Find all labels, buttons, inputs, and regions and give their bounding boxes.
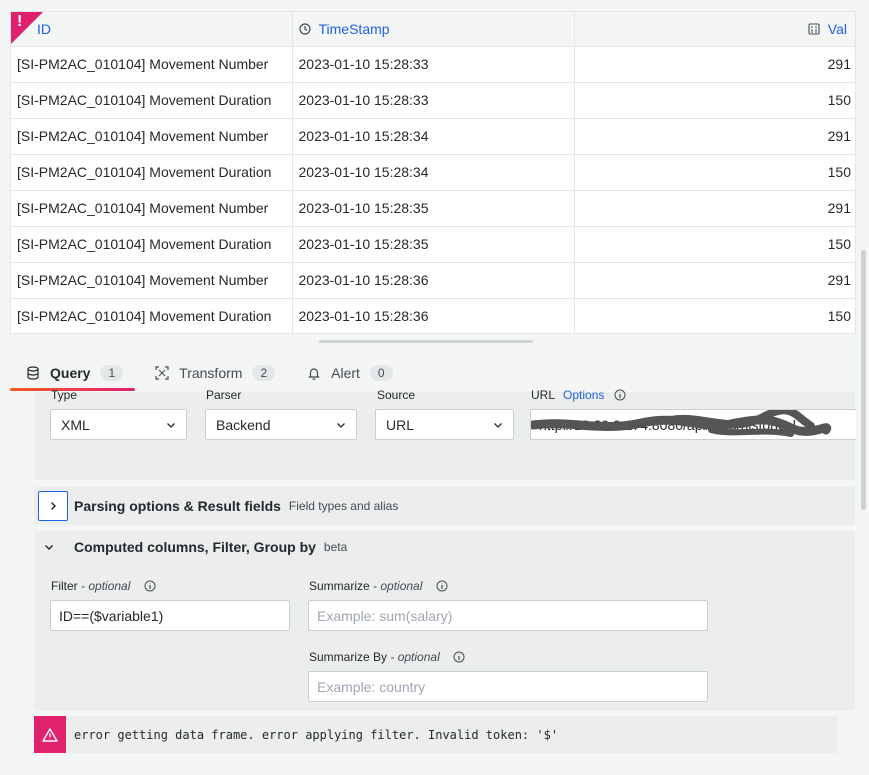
url-input[interactable]: http://10.20.0.174:8080/api/data/histori… bbox=[530, 409, 856, 440]
error-alert: error getting data frame. error applying… bbox=[34, 716, 838, 753]
table-row: [SI-PM2AC_010104] Movement Number 2023-01… bbox=[11, 189, 855, 226]
cell-id: [SI-PM2AC_010104] Movement Number bbox=[11, 45, 293, 82]
source-label: Source bbox=[377, 388, 416, 402]
cell-timestamp: 2023-01-10 15:28:34 bbox=[292, 117, 575, 154]
parser-label: Parser bbox=[206, 388, 242, 402]
error-corner-badge[interactable] bbox=[11, 12, 43, 44]
column-header-timestamp[interactable]: TimeStamp bbox=[292, 12, 575, 46]
transform-count-badge: 2 bbox=[252, 365, 276, 381]
chevron-down-icon bbox=[167, 422, 175, 428]
table-row: [SI-PM2AC_010104] Movement Number 2023-01… bbox=[11, 261, 855, 298]
cell-val: 291 bbox=[574, 189, 855, 226]
vertical-scrollbar[interactable] bbox=[861, 250, 866, 510]
summarize-by-input[interactable]: Example: country bbox=[308, 671, 708, 702]
parsing-options-title: Parsing options & Result fields bbox=[74, 498, 281, 514]
horizontal-scrollbar[interactable] bbox=[319, 340, 533, 343]
type-label: Type bbox=[51, 388, 78, 402]
chevron-down-icon bbox=[337, 422, 345, 428]
column-header-val[interactable]: Val bbox=[574, 12, 855, 46]
info-icon[interactable] bbox=[436, 580, 448, 592]
beta-badge: beta bbox=[323, 540, 348, 554]
cell-timestamp: 2023-01-10 15:28:33 bbox=[292, 45, 575, 82]
tab-query[interactable]: Query 1 bbox=[10, 358, 139, 388]
cell-id: [SI-PM2AC_010104] Movement Number bbox=[11, 117, 293, 154]
alert-count-badge: 0 bbox=[369, 365, 393, 381]
info-icon[interactable] bbox=[453, 651, 465, 663]
table-row: [SI-PM2AC_010104] Movement Duration 2023-… bbox=[11, 153, 855, 190]
query-editor-view: ! ID TimeStamp Val [SI-PM2AC_010104] Mov… bbox=[0, 0, 869, 775]
cell-id: [SI-PM2AC_010104] Movement Number bbox=[11, 189, 293, 226]
table-row: [SI-PM2AC_010104] Movement Number 2023-01… bbox=[11, 45, 855, 82]
cell-val: 150 bbox=[574, 153, 855, 190]
cell-val: 291 bbox=[574, 45, 855, 82]
summarize-by-label: Summarize By - optional bbox=[309, 650, 465, 664]
redaction-scribble bbox=[531, 410, 832, 437]
transform-icon bbox=[155, 366, 169, 380]
warning-icon bbox=[42, 727, 58, 742]
tab-alert[interactable]: Alert 0 bbox=[291, 358, 408, 388]
results-table: ! ID TimeStamp Val [SI-PM2AC_010104] Mov… bbox=[10, 11, 856, 334]
cell-id: [SI-PM2AC_010104] Movement Duration bbox=[11, 225, 293, 262]
cell-id: [SI-PM2AC_010104] Movement Duration bbox=[11, 153, 293, 190]
cell-timestamp: 2023-01-10 15:28:35 bbox=[292, 225, 575, 262]
computed-columns-title: Computed columns, Filter, Group by bbox=[74, 539, 316, 555]
url-options-link[interactable]: Options bbox=[563, 388, 604, 402]
cell-id: [SI-PM2AC_010104] Movement Duration bbox=[11, 297, 293, 333]
column-header-id[interactable]: ID bbox=[11, 12, 293, 46]
table-row: [SI-PM2AC_010104] Movement Number 2023-01… bbox=[11, 117, 855, 154]
bell-icon bbox=[308, 368, 321, 380]
cell-id: [SI-PM2AC_010104] Movement Duration bbox=[11, 81, 293, 118]
cell-val: 150 bbox=[574, 297, 855, 333]
summarize-input[interactable]: Example: sum(salary) bbox=[308, 600, 708, 631]
cell-val: 150 bbox=[574, 81, 855, 118]
calculator-icon bbox=[808, 23, 820, 35]
expand-parsing-button[interactable] bbox=[38, 491, 68, 521]
parsing-options-subtitle: Field types and alias bbox=[288, 499, 399, 513]
editor-tabs: Query 1 Transform 2 Alert 0 bbox=[10, 358, 409, 392]
cell-timestamp: 2023-01-10 15:28:36 bbox=[292, 297, 575, 333]
chevron-down-icon bbox=[494, 422, 502, 428]
filter-label: Filter - optional bbox=[51, 579, 156, 593]
type-select[interactable]: XML bbox=[50, 409, 187, 440]
tab-transform[interactable]: Transform 2 bbox=[139, 358, 291, 388]
filter-input[interactable]: ID==($variable1) bbox=[50, 600, 290, 631]
parser-select[interactable]: Backend bbox=[205, 409, 357, 440]
table-row: [SI-PM2AC_010104] Movement Duration 2023-… bbox=[11, 225, 855, 262]
parsing-options-section: Parsing options & Result fields Field ty… bbox=[34, 487, 855, 525]
table-row: [SI-PM2AC_010104] Movement Duration 2023-… bbox=[11, 81, 855, 118]
info-icon[interactable] bbox=[144, 580, 156, 592]
cell-timestamp: 2023-01-10 15:28:33 bbox=[292, 81, 575, 118]
database-icon bbox=[27, 366, 39, 380]
cell-val: 150 bbox=[574, 225, 855, 262]
info-icon[interactable] bbox=[614, 389, 626, 401]
query-count-badge: 1 bbox=[100, 365, 124, 381]
url-label: URL Options bbox=[531, 388, 626, 402]
cell-timestamp: 2023-01-10 15:28:35 bbox=[292, 189, 575, 226]
cell-id: [SI-PM2AC_010104] Movement Number bbox=[11, 261, 293, 298]
computed-columns-header[interactable]: Computed columns, Filter, Group by beta bbox=[44, 539, 347, 555]
clock-icon bbox=[298, 23, 311, 35]
summarize-label: Summarize - optional bbox=[309, 579, 448, 593]
cell-timestamp: 2023-01-10 15:28:34 bbox=[292, 153, 575, 190]
cell-val: 291 bbox=[574, 261, 855, 298]
cell-timestamp: 2023-01-10 15:28:36 bbox=[292, 261, 575, 298]
error-message: error getting data frame. error applying… bbox=[74, 727, 559, 742]
chevron-down-icon bbox=[45, 545, 53, 550]
error-icon-box bbox=[34, 716, 66, 753]
cell-val: 291 bbox=[574, 117, 855, 154]
source-select[interactable]: URL bbox=[375, 409, 514, 440]
table-row: [SI-PM2AC_010104] Movement Duration 2023-… bbox=[11, 297, 855, 333]
exclamation-icon: ! bbox=[17, 13, 23, 30]
chevron-right-icon bbox=[51, 502, 56, 510]
